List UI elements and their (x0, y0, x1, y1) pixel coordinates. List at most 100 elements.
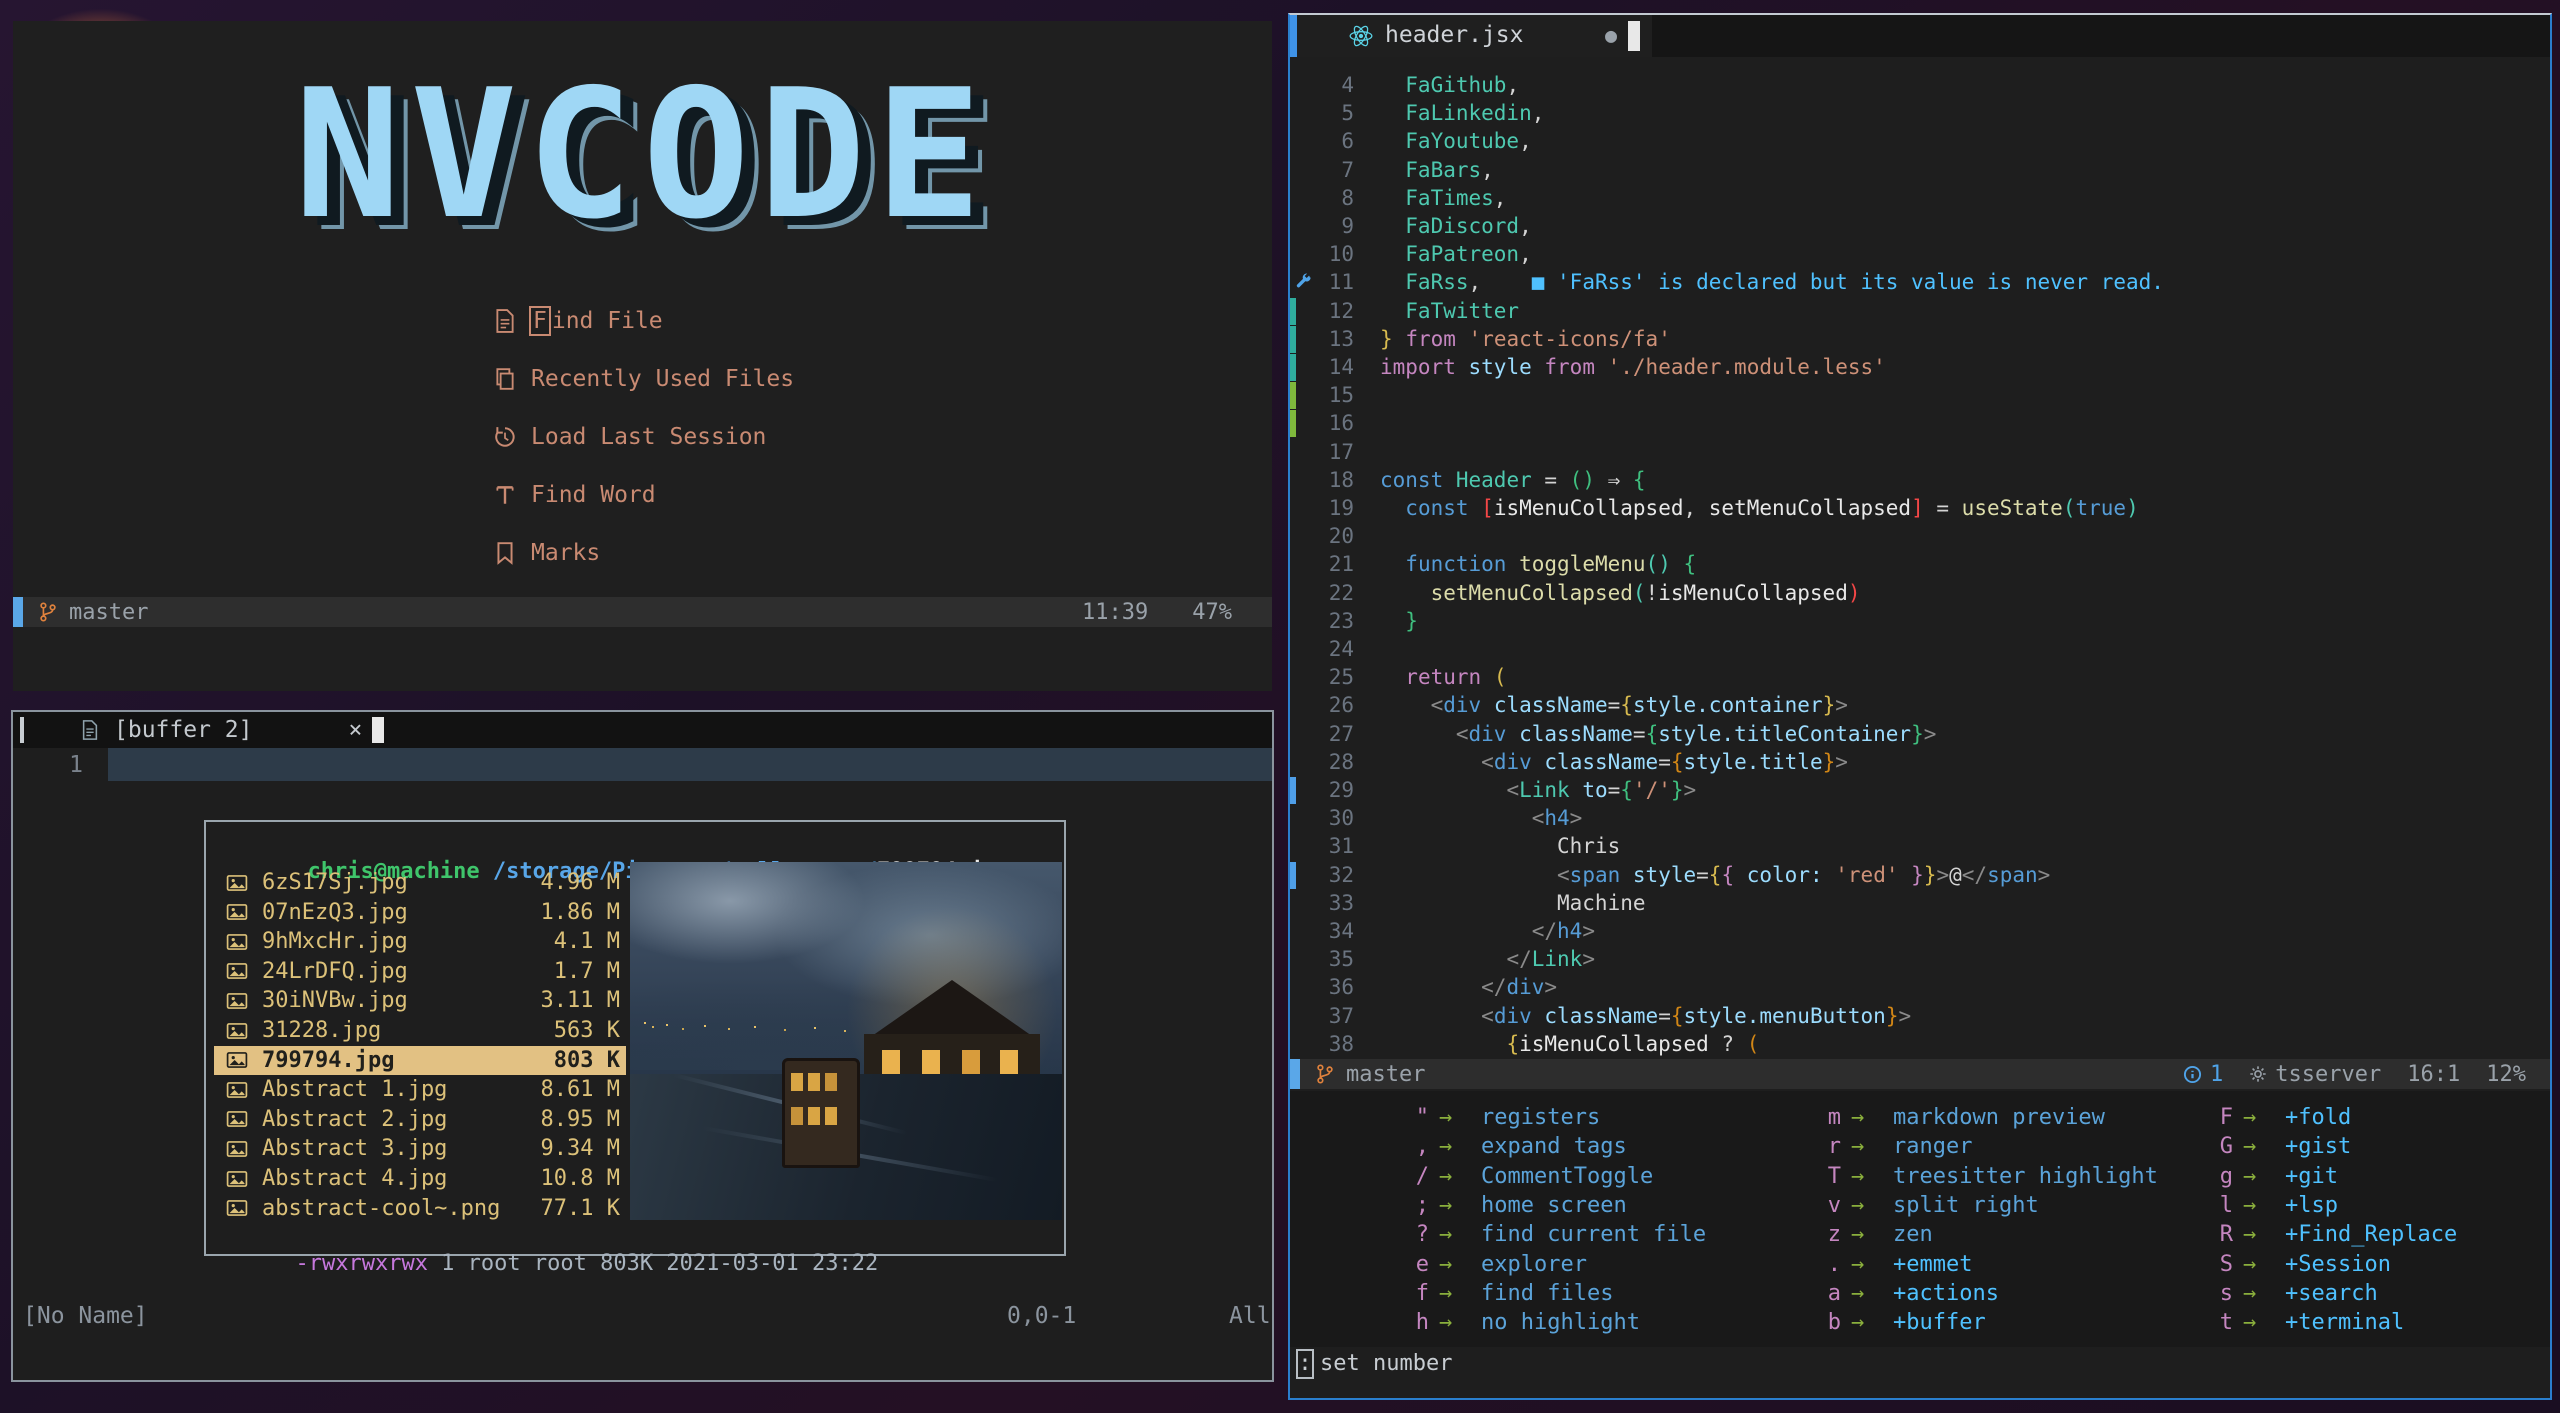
code-line-14[interactable]: 14 import style from './header.module.les… (1290, 353, 2546, 382)
code-line-30[interactable]: 30 <h4> (1290, 804, 2546, 833)
file-row[interactable]: Abstract 3.jpg 9.34 M (214, 1134, 626, 1163)
code-line-12[interactable]: 12 FaTwitter (1290, 297, 2546, 326)
code-line-7[interactable]: 7 FaBars, (1290, 156, 2546, 185)
file-row[interactable]: Abstract 2.jpg 8.95 M (214, 1105, 626, 1134)
code-line-10[interactable]: 10 FaPatreon, (1290, 240, 2546, 269)
line-number: 5 (1341, 101, 1354, 126)
file-name: 31228.jpg (262, 1018, 382, 1043)
whichkey-description: +gist (2285, 1134, 2352, 1160)
code-line-38[interactable]: 38 {isMenuCollapsed ? ( (1290, 1030, 2546, 1059)
code-line-28[interactable]: 28 <div className={style.title}> (1290, 748, 2546, 777)
file-row[interactable]: Abstract 1.jpg 8.61 M (214, 1075, 626, 1104)
close-icon[interactable]: × (348, 717, 362, 743)
file-name: Abstract 2.jpg (262, 1106, 448, 1132)
code-line-34[interactable]: 34 </h4> (1290, 917, 2546, 946)
file-row[interactable]: 30iNVBw.jpg 3.11 M (214, 986, 626, 1015)
code-line-33[interactable]: 33 Machine (1290, 889, 2546, 918)
line-number: 8 (1341, 185, 1354, 210)
buffer-tab-label[interactable]: [buffer 2] (114, 717, 252, 743)
code-line-20[interactable]: 20 (1290, 522, 2546, 551)
code-line-32[interactable]: 32 <span style={{ color: 'red' }}>@</spa… (1290, 861, 2546, 890)
buffer-line-1[interactable]: 1 (13, 748, 1272, 781)
editor-cursor (1628, 21, 1640, 51)
code-line-17[interactable]: 17 (1290, 438, 2546, 467)
code-line-36[interactable]: 36 </div> (1290, 973, 2546, 1002)
dashboard-item-label: Find File (529, 306, 663, 336)
current-line-highlight (108, 748, 1272, 781)
line-number: 29 (1328, 778, 1354, 802)
file-row[interactable]: 6zS17Sj.jpg 4.96 M (214, 868, 626, 897)
line-number: 17 (1328, 439, 1354, 464)
code-line-27[interactable]: 27 <div className={style.titleContainer}… (1290, 720, 2546, 749)
file-row[interactable]: 9hMxcHr.jpg 4.1 M (214, 927, 626, 956)
whichkey-description: +terminal (2285, 1310, 2405, 1336)
command-line[interactable]: : set number (1290, 1347, 2550, 1381)
buffer-tab-bar[interactable]: [buffer 2] × (13, 712, 1272, 748)
code-line-24[interactable]: 24 (1290, 635, 2546, 664)
code-line-5[interactable]: 5 FaLinkedin, (1290, 99, 2546, 128)
clock-text: 11:39 (1082, 599, 1149, 625)
arrow-right-icon: → (1439, 1163, 1453, 1189)
code-line-13[interactable]: 13} from 'react-icons/fa' (1290, 325, 2546, 354)
code-text: const [isMenuCollapsed, setMenuCollapsed… (1405, 496, 2139, 520)
buffer-statusline: [No Name] 0,0-1 All (23, 1303, 1271, 1329)
file-row-selected[interactable]: 799794.jpg 803 K (214, 1045, 626, 1075)
line-number: 16 (1328, 411, 1354, 436)
dashboard-item-find-file[interactable]: Find File (493, 304, 663, 338)
dashboard-item-recently-used-files[interactable]: Recently Used Files (493, 362, 794, 396)
file-row[interactable]: 24LrDFQ.jpg 1.7 M (214, 957, 626, 986)
file-size: 3.11 M (540, 988, 620, 1014)
line-number: 1 (69, 752, 83, 778)
whichkey-key: " (1415, 1105, 1429, 1130)
code-text: </Link> (1506, 947, 1595, 972)
whichkey-description: +lsp (2285, 1192, 2338, 1218)
code-text: <Link to={'/'}> (1506, 778, 1697, 802)
code-line-37[interactable]: 37 <div className={style.menuButton}> (1290, 1002, 2546, 1031)
whichkey-key: l (2219, 1192, 2233, 1218)
code-line-15[interactable]: 15 (1290, 381, 2546, 410)
file-row[interactable]: abstract-cool~.png 77.1 K (214, 1194, 626, 1223)
whichkey-key: f (1415, 1280, 1429, 1306)
whichkey-key: m (1827, 1105, 1841, 1130)
code-line-31[interactable]: 31 Chris (1290, 832, 2546, 861)
editor-tab-bar[interactable]: header.jsx ● (1290, 15, 2550, 57)
code-line-16[interactable]: 16 (1290, 409, 2546, 438)
whichkey-description: +Find_Replace (2285, 1222, 2458, 1248)
code-line-22[interactable]: 22 setMenuCollapsed(!isMenuCollapsed) (1290, 579, 2546, 608)
tab-filename[interactable]: header.jsx (1385, 22, 1523, 48)
file-size: 10.8 M (540, 1166, 620, 1191)
dashboard-item-load-last-session[interactable]: Load Last Session (493, 420, 766, 454)
image-file-icon (226, 1200, 252, 1216)
code-line-18[interactable]: 18 const Header = () ⇒ { (1290, 466, 2546, 495)
code-line-35[interactable]: 35 </Link> (1290, 945, 2546, 974)
react-icon (1348, 23, 1374, 49)
code-line-29[interactable]: 29 <Link to={'/'}> (1290, 776, 2546, 805)
code-line-23[interactable]: 23 } (1290, 607, 2546, 636)
dashboard-item-marks[interactable]: Marks (493, 536, 600, 570)
file-row[interactable]: 07nEzQ3.jpg 1.86 M (214, 898, 626, 927)
code-line-4[interactable]: 4 FaGithub, (1290, 71, 2546, 100)
dashboard-item-find-word[interactable]: Find Word (493, 478, 656, 512)
code-line-19[interactable]: 19 const [isMenuCollapsed, setMenuCollap… (1290, 494, 2546, 523)
file-row[interactable]: Abstract 4.jpg 10.8 M (214, 1164, 626, 1193)
code-line-6[interactable]: 6 FaYoutube, (1290, 127, 2546, 156)
file-row[interactable]: 31228.jpg 563 K (214, 1016, 626, 1045)
code-line-11[interactable]: 11 FaRss, ■ 'FaRss' is declared but its … (1290, 268, 2546, 297)
whichkey-key: b (1827, 1310, 1841, 1336)
line-number: 15 (1328, 383, 1354, 408)
code-line-25[interactable]: 25 return ( (1290, 663, 2546, 692)
type-icon (493, 483, 517, 507)
code-line-8[interactable]: 8 FaTimes, (1290, 184, 2546, 213)
code-line-26[interactable]: 26 <div className={style.container}> (1290, 691, 2546, 720)
dashboard-item-label: Marks (531, 540, 601, 566)
tram (782, 1058, 860, 1168)
line-number: 14 (1328, 355, 1354, 379)
file-name: Abstract 4.jpg (262, 1166, 448, 1191)
cursor-position: 16:1 (2407, 1061, 2461, 1087)
city-lights (644, 1022, 646, 1024)
whichkey-description: +emmet (1893, 1251, 1973, 1277)
code-line-21[interactable]: 21 function toggleMenu() { (1290, 550, 2546, 579)
code-text: </h4> (1531, 919, 1595, 943)
code-text: <div className={style.titleContainer}> (1455, 721, 1937, 746)
code-line-9[interactable]: 9 FaDiscord, (1290, 212, 2546, 241)
